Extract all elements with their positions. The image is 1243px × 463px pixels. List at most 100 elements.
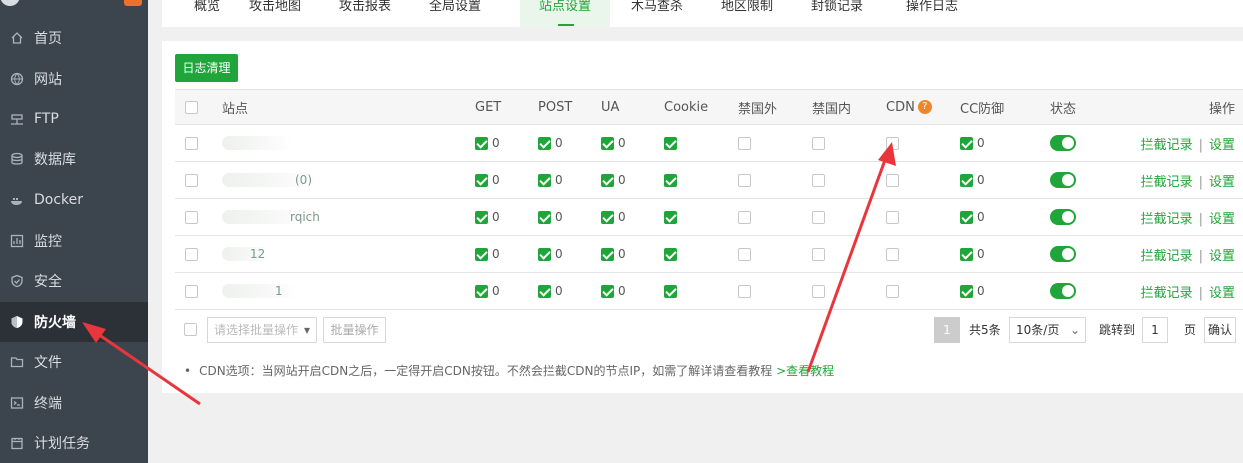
post-checkbox[interactable] (538, 284, 551, 298)
row-checkbox[interactable] (185, 173, 198, 187)
ua-checkbox[interactable] (601, 173, 614, 187)
footer-select-all-checkbox[interactable] (184, 323, 197, 336)
cookie-checkbox[interactable] (664, 247, 677, 261)
notification-badge[interactable] (124, 0, 142, 6)
sidebar-item-2[interactable]: FTP (0, 99, 148, 139)
sidebar-item-7[interactable]: 防火墙 (0, 302, 148, 342)
site-name-suffix[interactable]: 1 (275, 284, 283, 298)
confirm-jump-button[interactable]: 确认 (1204, 317, 1236, 343)
sidebar-item-10[interactable]: 计划任务 (0, 423, 148, 463)
ban-domestic-checkbox[interactable] (812, 284, 825, 298)
ban-domestic-checkbox[interactable] (812, 247, 825, 261)
post-checkbox[interactable] (538, 173, 551, 187)
post-checkbox[interactable] (538, 247, 551, 261)
view-tutorial-link[interactable]: >查看教程 (776, 364, 834, 378)
tab-2[interactable]: 攻击报表 (320, 0, 410, 27)
tab-7[interactable]: 封锁记录 (792, 0, 882, 27)
block-log-link[interactable]: 拦截记录 (1141, 249, 1193, 264)
batch-operate-button[interactable]: 批量操作 (323, 317, 386, 343)
row-checkbox[interactable] (185, 136, 198, 150)
block-log-link[interactable]: 拦截记录 (1141, 175, 1193, 190)
cdn-checkbox[interactable] (886, 284, 899, 298)
tab-1[interactable]: 攻击地图 (230, 0, 320, 27)
ban-domestic-checkbox[interactable] (812, 173, 825, 187)
post-checkbox[interactable] (538, 136, 551, 150)
cc-checkbox[interactable] (960, 173, 973, 187)
post-checkbox[interactable] (538, 210, 551, 224)
ua-checkbox[interactable] (601, 210, 614, 224)
sidebar-item-8[interactable]: 文件 (0, 342, 148, 382)
settings-link[interactable]: 设置 (1209, 286, 1235, 301)
page-button-current[interactable]: 1 (934, 317, 960, 343)
tab-6[interactable]: 地区限制 (702, 0, 792, 27)
ua-checkbox[interactable] (601, 247, 614, 261)
sidebar-item-4[interactable]: Docker (0, 180, 148, 220)
sidebar-item-6[interactable]: 安全 (0, 261, 148, 301)
get-count: 0 (492, 247, 500, 261)
row-checkbox[interactable] (185, 284, 198, 298)
ban-foreign-checkbox[interactable] (738, 173, 751, 187)
cdn-checkbox[interactable] (886, 210, 899, 224)
cc-checkbox[interactable] (960, 247, 973, 261)
status-toggle[interactable] (1050, 283, 1076, 299)
cookie-checkbox[interactable] (664, 210, 677, 224)
row-checkbox[interactable] (185, 210, 198, 224)
tab-4[interactable]: 站点设置 (520, 0, 610, 27)
jump-page-input[interactable]: 1 (1142, 317, 1168, 343)
settings-link[interactable]: 设置 (1209, 212, 1235, 227)
status-toggle[interactable] (1050, 209, 1076, 225)
settings-link[interactable]: 设置 (1209, 249, 1235, 264)
sidebar-item-9[interactable]: 终端 (0, 383, 148, 423)
cdn-help-icon[interactable]: ? (917, 100, 932, 114)
ua-checkbox[interactable] (601, 136, 614, 150)
block-log-link[interactable]: 拦截记录 (1141, 138, 1193, 153)
get-checkbox[interactable] (475, 173, 488, 187)
block-log-link[interactable]: 拦截记录 (1141, 286, 1193, 301)
block-log-link[interactable]: 拦截记录 (1141, 212, 1193, 227)
ban-domestic-checkbox[interactable] (812, 136, 825, 150)
ban-foreign-checkbox[interactable] (738, 210, 751, 224)
cc-checkbox[interactable] (960, 210, 973, 224)
cc-checkbox[interactable] (960, 136, 973, 150)
ban-foreign-checkbox[interactable] (738, 247, 751, 261)
cdn-checkbox[interactable] (886, 247, 899, 261)
tab-3[interactable]: 全局设置 (410, 0, 500, 27)
cdn-checkbox[interactable] (886, 136, 899, 150)
get-checkbox[interactable] (475, 210, 488, 224)
tab-8[interactable]: 操作日志 (882, 0, 982, 27)
cookie-checkbox[interactable] (664, 284, 677, 298)
tab-label: 地区限制 (720, 0, 773, 14)
settings-link[interactable]: 设置 (1209, 138, 1235, 153)
sidebar-item-5[interactable]: 监控 (0, 221, 148, 261)
select-all-checkbox[interactable] (185, 100, 198, 114)
site-name-suffix[interactable]: (0) (295, 173, 312, 187)
status-toggle[interactable] (1050, 246, 1076, 262)
ban-domestic-checkbox[interactable] (812, 210, 825, 224)
ua-checkbox[interactable] (601, 284, 614, 298)
cookie-checkbox[interactable] (664, 136, 677, 150)
status-toggle[interactable] (1050, 172, 1076, 188)
sidebar-item-3[interactable]: 数据库 (0, 139, 148, 179)
get-checkbox[interactable] (475, 247, 488, 261)
get-checkbox[interactable] (475, 284, 488, 298)
tab-5[interactable]: 木马查杀 (612, 0, 702, 27)
sidebar-item-1[interactable]: 网站 (0, 59, 148, 99)
op-separator: | (1198, 174, 1203, 190)
ban-foreign-checkbox[interactable] (738, 284, 751, 298)
clear-log-button[interactable]: 日志清理 (175, 54, 238, 82)
get-checkbox[interactable] (475, 136, 488, 150)
status-toggle[interactable] (1050, 135, 1076, 151)
cc-count: 0 (977, 136, 985, 150)
calendar-icon (10, 436, 24, 450)
cdn-checkbox[interactable] (886, 173, 899, 187)
page-size-select[interactable]: 10条/页 ⌄ (1009, 317, 1086, 343)
settings-link[interactable]: 设置 (1209, 175, 1235, 190)
batch-select[interactable]: 请选择批量操作 ▾ (207, 317, 317, 343)
site-name-suffix[interactable]: 12 (250, 247, 265, 261)
cookie-checkbox[interactable] (664, 173, 677, 187)
cc-checkbox[interactable] (960, 284, 973, 298)
row-checkbox[interactable] (185, 247, 198, 261)
site-name-suffix[interactable]: rqich (290, 210, 320, 224)
sidebar-item-0[interactable]: 首页 (0, 18, 148, 58)
ban-foreign-checkbox[interactable] (738, 136, 751, 150)
